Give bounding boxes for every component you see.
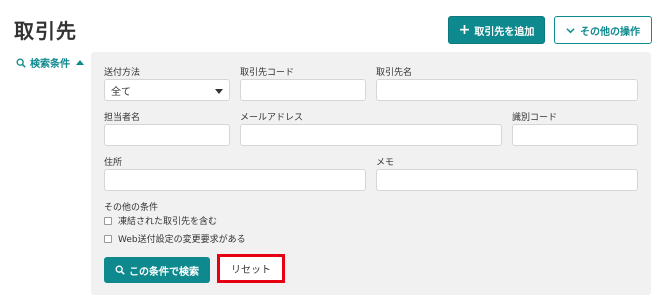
id-code-label: 識別コード [512,113,558,123]
id-code-input[interactable] [512,124,638,146]
chevron-down-icon [566,27,575,33]
plus-icon: + [458,22,471,38]
include-linked-label: 凍結された取引先を含む [118,217,218,227]
search-submit-label: この条件で検索 [129,266,199,278]
send-method-value: 全て [111,86,131,98]
include-linked-option[interactable]: 凍結された取引先を含む [104,214,217,227]
other-actions-button[interactable]: その他の操作 [554,16,652,44]
partner-name-input[interactable] [376,79,638,101]
partner-code-input[interactable] [240,79,366,101]
send-method-select[interactable]: 全て [104,79,230,101]
web-change-label: Web送付設定の変更要求がある [118,235,246,245]
address-label: 住所 [104,158,123,168]
person-label: 担当者名 [104,113,141,123]
web-change-checkbox[interactable] [104,234,112,243]
add-partner-label: 取引先を追加 [474,26,535,38]
email-label: メールアドレス [240,113,304,123]
search-submit-button[interactable]: この条件で検索 [104,257,210,283]
page-title: 取引先 [14,19,77,43]
reset-label: リセット [231,265,271,276]
other-conditions-heading: その他の条件 [104,203,159,213]
email-input[interactable] [240,124,502,146]
partner-code-label: 取引先コード [240,68,295,78]
include-linked-checkbox[interactable] [104,216,112,225]
search-conditions-toggle[interactable]: 検索条件 [16,55,84,70]
other-actions-label: その他の操作 [580,26,640,38]
search-icon [16,58,26,68]
web-change-option[interactable]: Web送付設定の変更要求がある [104,232,246,245]
caret-down-icon [215,89,223,94]
caret-up-icon [76,60,84,65]
send-method-label: 送付方法 [104,68,141,78]
memo-input[interactable] [376,169,638,191]
person-input[interactable] [104,124,230,146]
search-icon [115,265,125,275]
reset-button[interactable]: リセット [217,254,285,283]
add-partner-button[interactable]: + 取引先を追加 [448,16,545,44]
partner-name-label: 取引先名 [376,68,413,78]
search-conditions-label: 検索条件 [30,59,70,70]
memo-label: メモ [376,158,395,168]
address-input[interactable] [104,169,366,191]
